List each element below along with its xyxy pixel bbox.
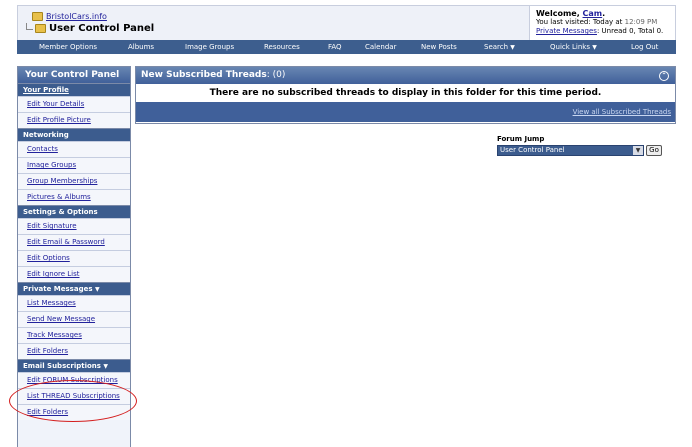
go-button[interactable]: Go — [646, 145, 662, 156]
username-link[interactable]: Cam — [583, 9, 603, 18]
last-visited-text: You last visited: Today at — [536, 18, 625, 26]
nav-resources[interactable]: Resources — [264, 43, 300, 51]
nav-new-posts[interactable]: New Posts — [421, 43, 457, 51]
last-visited-time: 12:09 PM — [624, 18, 658, 26]
sidebar-item-contacts[interactable]: Contacts — [18, 141, 130, 157]
sidebar-section-private-messages[interactable]: Private Messages ▼ — [18, 282, 130, 295]
nav-faq[interactable]: FAQ — [328, 43, 342, 51]
sidebar-section-your-profile[interactable]: Your Profile — [18, 83, 130, 96]
sidebar-item-edit-options[interactable]: Edit Options — [18, 250, 130, 266]
sidebar-item-edit-folders-pm[interactable]: Edit Folders — [18, 343, 130, 359]
sidebar-section-settings-options: Settings & Options — [18, 205, 130, 218]
caret-down-icon: ▼ — [592, 44, 597, 51]
control-panel-sidebar: Your Control Panel Your Profile Edit You… — [17, 66, 131, 447]
forum-jump-label: Forum Jump — [497, 135, 545, 143]
panel-title-text: User Control Panel — [49, 23, 155, 34]
sidebar-item-edit-ignore-list[interactable]: Edit Ignore List — [18, 266, 130, 282]
sidebar-item-pictures-albums[interactable]: Pictures & Albums — [18, 189, 130, 205]
nav-search[interactable]: Search ▼ — [484, 43, 515, 51]
nav-image-groups[interactable]: Image Groups — [185, 43, 234, 51]
sidebar-item-list-messages[interactable]: List Messages — [18, 295, 130, 311]
caret-down-icon: ▼ — [94, 286, 100, 293]
nav-member-options[interactable]: Member Options — [39, 43, 97, 51]
page-header: BristolCars.info User Control Panel Welc… — [17, 5, 676, 41]
thread-count: : (0) — [266, 70, 286, 80]
welcome-line: Welcome, Cam. — [536, 9, 675, 18]
sidebar-item-edit-folders-subs[interactable]: Edit Folders — [18, 404, 130, 420]
subscribed-threads-panel: New Subscribed Threads: (0) ⌃ There are … — [135, 66, 676, 124]
nav-calendar[interactable]: Calendar — [365, 43, 396, 51]
sidebar-item-edit-forum-subscriptions[interactable]: Edit FORUM Subscriptions — [18, 372, 130, 388]
sidebar-item-edit-signature[interactable]: Edit Signature — [18, 218, 130, 234]
forum-jump-select[interactable]: User Control Panel ▼ — [497, 145, 644, 156]
collapse-icon[interactable]: ⌃ — [659, 71, 669, 81]
chevron-down-icon[interactable]: ▼ — [633, 146, 643, 155]
forum-jump: Forum Jump User Control Panel ▼ Go — [497, 135, 662, 156]
nav-log-out[interactable]: Log Out — [631, 43, 658, 51]
private-messages-line: Private Messages: Unread 0, Total 0. — [536, 27, 675, 36]
empty-message: There are no subscribed threads to displ… — [136, 84, 675, 102]
sidebar-section-email-subscriptions[interactable]: Email Subscriptions ▼ — [18, 359, 130, 372]
private-messages-status: : Unread 0, Total 0. — [596, 27, 664, 35]
site-name-link[interactable]: BristolCars.info — [46, 12, 107, 21]
folder-icon — [32, 12, 43, 21]
sidebar-item-list-thread-subscriptions[interactable]: List THREAD Subscriptions — [18, 388, 130, 404]
sidebar-title: Your Control Panel — [18, 67, 130, 83]
nav-bar: Member Options Albums Image Groups Resou… — [17, 40, 676, 54]
panel-footer: View all Subscribed Threads — [136, 102, 675, 122]
caret-down-icon: ▼ — [510, 44, 515, 51]
nav-quick-links[interactable]: Quick Links ▼ — [550, 43, 597, 51]
folder-icon — [35, 23, 46, 33]
last-visited-line: You last visited: Today at 12:09 PM — [536, 18, 675, 27]
sidebar-item-edit-email-password[interactable]: Edit Email & Password — [18, 234, 130, 250]
sidebar-item-track-messages[interactable]: Track Messages — [18, 327, 130, 343]
welcome-box: Welcome, Cam. You last visited: Today at… — [529, 6, 675, 40]
sidebar-item-image-groups[interactable]: Image Groups — [18, 157, 130, 173]
view-all-subscribed-link[interactable]: View all Subscribed Threads — [573, 108, 671, 116]
tree-branch-icon — [26, 23, 33, 30]
sidebar-item-edit-your-details[interactable]: Edit Your Details — [18, 96, 130, 112]
welcome-suffix: . — [602, 9, 606, 18]
panel-title: New Subscribed Threads — [141, 70, 267, 80]
sidebar-item-group-memberships[interactable]: Group Memberships — [18, 173, 130, 189]
forum-jump-selected: User Control Panel — [500, 146, 565, 154]
sidebar-item-edit-profile-picture[interactable]: Edit Profile Picture — [18, 112, 130, 128]
caret-down-icon: ▼ — [103, 363, 109, 370]
panel-header: New Subscribed Threads: (0) ⌃ — [136, 67, 675, 84]
welcome-prefix: Welcome, — [536, 9, 583, 18]
site-link[interactable]: BristolCars.info — [32, 12, 107, 21]
sidebar-section-networking: Networking — [18, 128, 130, 141]
sidebar-item-send-new-message[interactable]: Send New Message — [18, 311, 130, 327]
page-title: User Control Panel — [26, 23, 154, 34]
nav-albums[interactable]: Albums — [128, 43, 154, 51]
private-messages-link[interactable]: Private Messages — [536, 27, 597, 35]
forum-jump-row: User Control Panel ▼ Go — [497, 145, 662, 156]
